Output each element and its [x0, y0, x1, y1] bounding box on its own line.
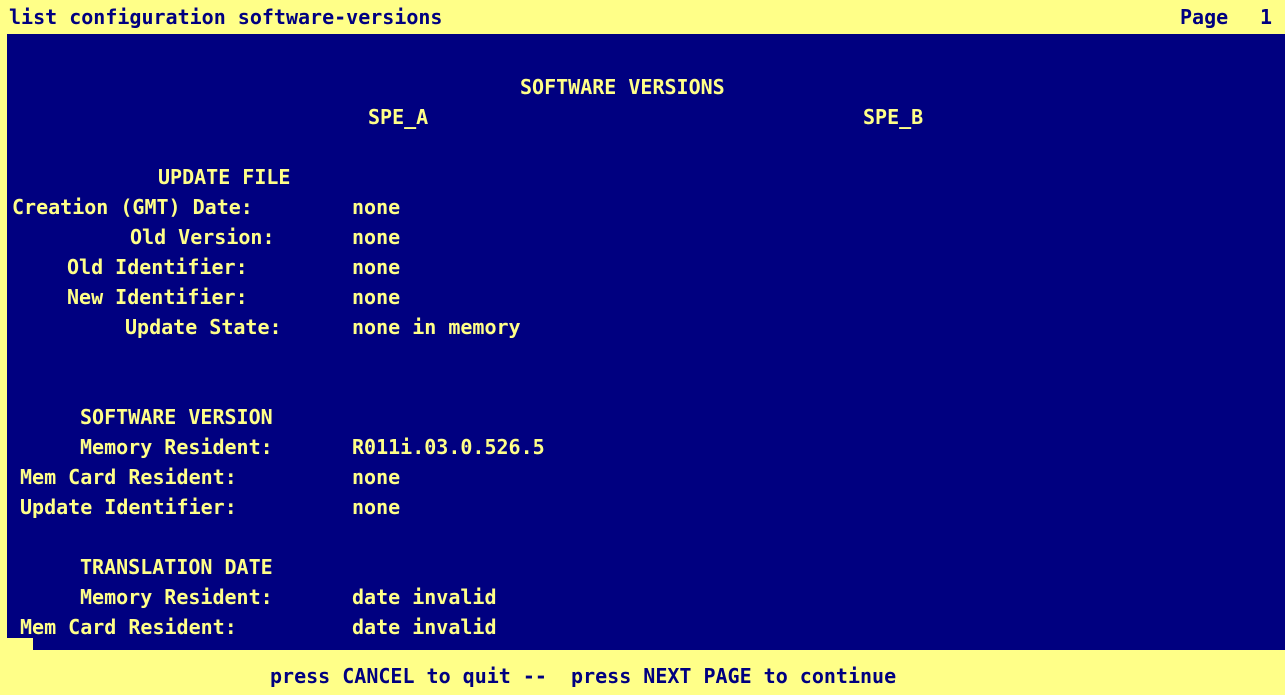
column-header-spe-b: SPE_B	[863, 105, 924, 129]
field-value-old-identifier: none	[352, 255, 401, 279]
field-label-translation-mem-card-resident: Mem Card Resident:	[20, 615, 237, 639]
field-value-new-identifier: none	[352, 285, 401, 309]
footer-prompt: press CANCEL to quit -- press NEXT PAGE …	[270, 664, 897, 688]
left-border	[0, 34, 7, 695]
translation-date-heading: TRANSLATION DATE	[80, 555, 273, 579]
field-label-creation-date: Creation (GMT) Date:	[12, 195, 253, 219]
column-header-spe-a: SPE_A	[368, 105, 429, 129]
terminal-screen: list configuration software-versions Pag…	[0, 0, 1285, 695]
field-label-memory-resident: Memory Resident:	[80, 435, 273, 459]
field-label-mem-card-resident: Mem Card Resident:	[20, 465, 237, 489]
field-value-mem-card-resident: none	[352, 465, 401, 489]
command-line: list configuration software-versions	[9, 5, 443, 29]
field-label-update-state: Update State:	[125, 315, 282, 339]
input-cursor[interactable]	[0, 638, 33, 650]
field-label-new-identifier: New Identifier:	[67, 285, 248, 309]
field-value-old-version: none	[352, 225, 401, 249]
update-file-heading: UPDATE FILE	[158, 165, 291, 189]
field-value-translation-memory-resident: date invalid	[352, 585, 497, 609]
field-value-update-state: none in memory	[352, 315, 521, 339]
field-label-translation-memory-resident: Memory Resident:	[80, 585, 273, 609]
field-label-old-identifier: Old Identifier:	[67, 255, 248, 279]
page-label: Page	[1180, 5, 1229, 29]
field-value-update-identifier: none	[352, 495, 401, 519]
field-value-memory-resident: R011i.03.0.526.5	[352, 435, 545, 459]
field-label-old-version: Old Version:	[130, 225, 275, 249]
screen-title: SOFTWARE VERSIONS	[520, 75, 725, 99]
field-label-update-identifier: Update Identifier:	[20, 495, 237, 519]
page-number: 1	[1260, 5, 1273, 29]
field-value-translation-mem-card-resident: date invalid	[352, 615, 497, 639]
software-version-heading: SOFTWARE VERSION	[80, 405, 273, 429]
field-value-creation-date: none	[352, 195, 401, 219]
